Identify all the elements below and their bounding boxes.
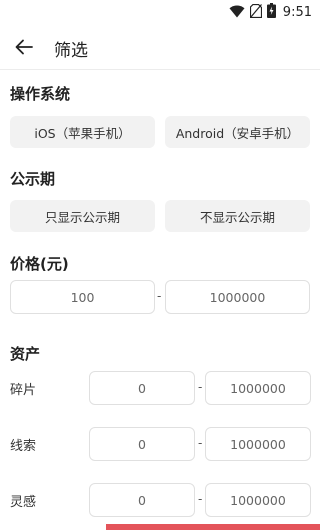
no-sim-icon: [249, 3, 262, 22]
option-android[interactable]: Android（安卓手机）: [165, 116, 310, 148]
confirm-button[interactable]: [106, 524, 320, 530]
fragments-max-input[interactable]: 1000000: [205, 371, 311, 405]
clues-max-input[interactable]: 1000000: [205, 427, 311, 461]
inspiration-range-separator: -: [198, 492, 203, 506]
clues-range-separator: -: [198, 436, 203, 450]
assets-section-title: 资产: [10, 345, 41, 363]
fragments-range-separator: -: [198, 380, 203, 394]
fragments-min-input[interactable]: 0: [89, 371, 195, 405]
os-section-title: 操作系统: [10, 85, 71, 103]
clues-min-input[interactable]: 0: [89, 427, 195, 461]
price-section-title: 价格(元): [10, 255, 69, 273]
app-bar: 筛选: [0, 24, 320, 70]
inspiration-max-input[interactable]: 1000000: [205, 483, 311, 517]
asset-label-clues: 线索: [10, 439, 37, 454]
page-title: 筛选: [54, 41, 88, 61]
arrow-left-icon: [15, 39, 33, 55]
option-show-public[interactable]: 只显示公示期: [10, 200, 155, 232]
price-max-input[interactable]: 1000000: [165, 280, 310, 314]
back-button[interactable]: [12, 35, 36, 59]
inspiration-min-input[interactable]: 0: [89, 483, 195, 517]
battery-charging-icon: [266, 2, 276, 22]
status-time: 9:51: [282, 4, 312, 20]
asset-label-fragments: 碎片: [10, 383, 37, 398]
asset-label-inspiration: 灵感: [10, 495, 37, 510]
status-icons: 9:51: [229, 2, 312, 22]
price-range-separator: -: [157, 289, 162, 303]
option-ios[interactable]: iOS（苹果手机）: [10, 116, 155, 148]
public-section-title: 公示期: [10, 170, 56, 188]
option-hide-public[interactable]: 不显示公示期: [165, 200, 310, 232]
wifi-icon: [229, 3, 245, 22]
status-bar: 9:51: [0, 0, 320, 24]
price-min-input[interactable]: 100: [10, 280, 155, 314]
